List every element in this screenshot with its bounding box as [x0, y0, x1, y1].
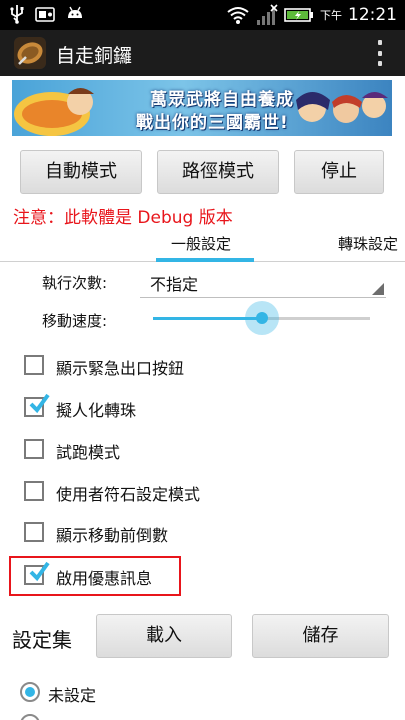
banner-headline-2: 戰出你的三國霸世!: [136, 113, 289, 133]
stop-button[interactable]: 停止: [294, 150, 384, 194]
status-time: 12:21: [348, 5, 397, 25]
banner-headline-1: 萬眾武將自由養成: [150, 90, 294, 110]
status-bar: 下午 12:21: [0, 0, 405, 30]
check-icon: [29, 393, 50, 414]
checkbox-label: 試跑模式: [56, 443, 121, 462]
check-icon: [29, 561, 50, 582]
move-speed-label: 移動速度:: [42, 312, 108, 330]
tab-general-settings[interactable]: 一般設定: [171, 233, 231, 254]
checkbox-label: 顯示緊急出口按鈕: [56, 359, 185, 378]
checkbox-emergency-exit[interactable]: [24, 355, 44, 375]
move-speed-thumb[interactable]: [255, 312, 268, 324]
media-icon: [35, 7, 55, 22]
radio-selected-dot: [25, 687, 35, 697]
checkbox-label: 擬人化轉珠: [56, 401, 137, 420]
load-button[interactable]: 載入: [96, 614, 232, 658]
tab-selected-indicator: [156, 258, 254, 262]
dropdown-arrow-icon: [372, 283, 384, 295]
auto-mode-button[interactable]: 自動模式: [20, 150, 142, 194]
exec-count-label: 執行次數:: [42, 274, 108, 292]
wifi-icon: [227, 7, 249, 24]
radio-next-partial[interactable]: [20, 714, 40, 720]
battery-charging-icon: [284, 8, 313, 22]
path-mode-button[interactable]: 路徑模式: [157, 150, 279, 194]
checkbox-humanized-orb[interactable]: [24, 393, 50, 417]
tab-orb-settings[interactable]: 轉珠設定: [338, 233, 398, 254]
checkbox-label: 顯示移動前倒數: [56, 526, 169, 545]
signal-icon: [257, 4, 278, 25]
android-icon: [68, 6, 82, 18]
debug-warning: 注意：此軟體是 Debug 版本: [13, 208, 233, 228]
overflow-menu-icon[interactable]: [375, 40, 385, 66]
checkbox-label: 使用者符石設定模式: [56, 485, 201, 504]
save-button[interactable]: 儲存: [252, 614, 389, 658]
radio-label: 未設定: [48, 686, 97, 705]
status-ampm: 下午: [320, 9, 342, 22]
checkbox-user-rune-mode[interactable]: [24, 481, 44, 501]
action-bar: 自走銅鑼: [0, 30, 405, 76]
checkbox-promo-messages[interactable]: [24, 561, 50, 585]
checkbox-countdown[interactable]: [24, 522, 44, 542]
checkbox-trial-run[interactable]: [24, 439, 44, 459]
exec-count-spinner[interactable]: 不指定: [140, 268, 386, 298]
usb-icon: [10, 5, 24, 24]
preset-section-title: 設定集: [12, 628, 72, 652]
promo-banner[interactable]: 萬眾武將自由養成 戰出你的三國霸世!: [12, 80, 392, 136]
radio-unset[interactable]: [20, 682, 40, 702]
app-title: 自走銅鑼: [56, 45, 133, 67]
gong-app-icon[interactable]: [14, 37, 46, 69]
exec-count-value: 不指定: [150, 275, 199, 294]
checkbox-label: 啟用優惠訊息: [56, 569, 153, 588]
